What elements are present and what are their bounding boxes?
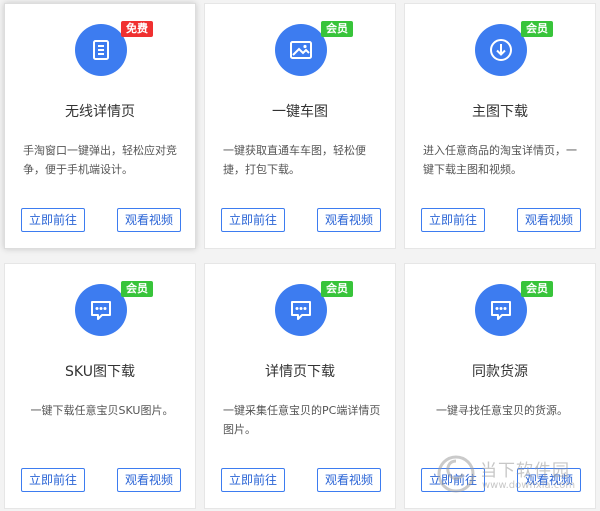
card-description: 一键寻找任意宝贝的货源。 xyxy=(436,404,568,417)
watch-video-button[interactable]: 观看视频 xyxy=(117,468,181,492)
member-badge: 会员 xyxy=(321,281,353,297)
card-title: SKU图下载 xyxy=(65,364,135,380)
card-description: 进入任意商品的淘宝详情页，一键下载主图和视频。 xyxy=(423,144,577,176)
watch-video-button[interactable]: 观看视频 xyxy=(317,208,381,232)
feature-card-same-source[interactable]: 会员 同款货源 一键寻找任意宝贝的货源。 立即前往 观看视频 xyxy=(404,263,596,509)
member-badge: 会员 xyxy=(121,281,153,297)
feature-card-wireless-detail[interactable]: 免费 无线详情页 手淘窗口一键弹出，轻松应对竞争，便于手机端设计。 立即前往 观… xyxy=(4,3,196,249)
go-now-button[interactable]: 立即前往 xyxy=(21,208,85,232)
card-title: 主图下载 xyxy=(472,104,528,120)
feature-card-main-image-download[interactable]: 会员 主图下载 进入任意商品的淘宝详情页，一键下载主图和视频。 立即前往 观看视… xyxy=(404,3,596,249)
feature-card-sku-download[interactable]: 会员 SKU图下载 一键下载任意宝贝SKU图片。 立即前往 观看视频 xyxy=(4,263,196,509)
feature-card-car-image[interactable]: 会员 一键车图 一键获取直通车车图，轻松便捷，打包下载。 立即前往 观看视频 xyxy=(204,3,396,249)
image-icon xyxy=(275,24,327,76)
card-description: 一键获取直通车车图，轻松便捷，打包下载。 xyxy=(223,144,366,176)
watch-video-button[interactable]: 观看视频 xyxy=(117,208,181,232)
card-title: 详情页下载 xyxy=(265,364,335,380)
go-now-button[interactable]: 立即前往 xyxy=(21,468,85,492)
member-badge: 会员 xyxy=(321,21,353,37)
go-now-button[interactable]: 立即前往 xyxy=(221,208,285,232)
go-now-button[interactable]: 立即前往 xyxy=(221,468,285,492)
card-title: 无线详情页 xyxy=(65,104,135,120)
message-icon xyxy=(475,284,527,336)
member-badge: 会员 xyxy=(521,281,553,297)
card-description: 手淘窗口一键弹出，轻松应对竞争，便于手机端设计。 xyxy=(23,144,177,176)
message-icon xyxy=(75,284,127,336)
card-title: 一键车图 xyxy=(272,104,328,120)
go-now-button[interactable]: 立即前往 xyxy=(421,468,485,492)
member-badge: 会员 xyxy=(521,21,553,37)
message-icon xyxy=(275,284,327,336)
card-description: 一键下载任意宝贝SKU图片。 xyxy=(30,404,174,417)
go-now-button[interactable]: 立即前往 xyxy=(421,208,485,232)
watch-video-button[interactable]: 观看视频 xyxy=(517,468,581,492)
document-icon xyxy=(75,24,127,76)
watch-video-button[interactable]: 观看视频 xyxy=(517,208,581,232)
download-icon xyxy=(475,24,527,76)
card-description: 一键采集任意宝贝的PC端详情页图片。 xyxy=(223,404,381,436)
card-title: 同款货源 xyxy=(472,364,528,380)
feature-card-detail-download[interactable]: 会员 详情页下载 一键采集任意宝贝的PC端详情页图片。 立即前往 观看视频 xyxy=(204,263,396,509)
free-badge: 免费 xyxy=(121,21,153,37)
watch-video-button[interactable]: 观看视频 xyxy=(317,468,381,492)
